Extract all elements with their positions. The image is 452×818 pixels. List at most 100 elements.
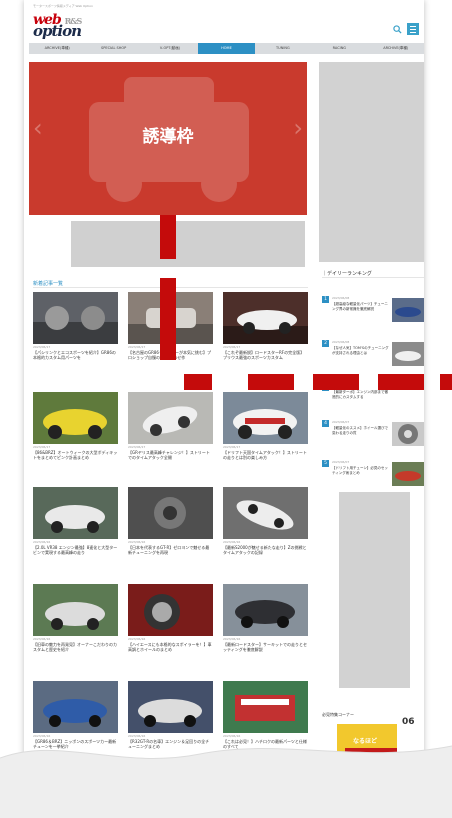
nav-racing[interactable]: RACING	[311, 43, 367, 54]
article-title[interactable]: 【パシリンクとエコスポーツを紹介】GR86の本格的カスタム用パーツを	[33, 350, 118, 372]
sidebar-ad-top[interactable]	[319, 62, 424, 262]
nav-special-shop[interactable]: SPECIAL SHOP	[85, 43, 141, 54]
article-card[interactable]: 2023/06/17 【これぞ最新鋭】ロードスターRFの完全版】プリウス最強のス…	[223, 292, 308, 374]
site-tagline: モータースポーツ情報メディア Web Option	[33, 4, 94, 8]
rank-number: 5	[322, 460, 329, 467]
article-card[interactable]: 2023/06/16 【2.0L VR38 エンジン最強】8速化と大型タービンで…	[33, 487, 118, 569]
nav-archive-car-2[interactable]: ARCHIVE(車種)	[368, 43, 424, 54]
article-card[interactable]: 2023/06/16 【旧車の魅力を再発見】オーナーこだわりのカスタムと歴史を紹…	[33, 584, 118, 666]
article-card[interactable]: 2023/06/17 【ドリフト天国タイムアタック！】ストリートの走りとは別の楽…	[223, 392, 308, 474]
page-torn-edge	[0, 745, 452, 818]
rank-title[interactable]: 【超高級な軽量化パーツ】チューニング界の新常識を徹底解説	[332, 302, 390, 330]
red-marker-horizontal	[184, 374, 212, 390]
article-date: 2023/06/17	[223, 445, 241, 449]
red-marker-horizontal	[248, 374, 294, 390]
article-title[interactable]: 【最新ロードスター】サーキットでの走りとセッティングを徹底解説	[223, 642, 308, 664]
rank-title[interactable]: 【軽量化のススメ】ホイール選びで変わる走りの質	[332, 426, 390, 454]
article-date: 2023/06/16	[223, 540, 241, 544]
rank-number: 1	[322, 296, 329, 303]
main-nav: ARCHIVE(車種) SPECIAL SHOP V-OPT(動画) HOME …	[29, 43, 424, 54]
article-date: 2023/06/16	[223, 637, 241, 641]
rank-date: 2023/06/08	[332, 340, 350, 344]
menu-icon[interactable]	[407, 23, 419, 35]
nav-v-opt[interactable]: V-OPT(動画)	[142, 43, 198, 54]
rank-thumb	[392, 298, 424, 322]
promo-header: 必見特集コーナー	[322, 712, 354, 717]
hero-slider[interactable]: ‹ › 誘導枠	[29, 62, 307, 215]
article-thumb	[33, 487, 118, 539]
red-marker-vertical-bottom	[160, 278, 176, 360]
screenshot-root: モータースポーツ情報メディア Web Option web R&S option…	[0, 0, 452, 818]
ranking-item[interactable]: 1 2023/06/08 【超高級な軽量化パーツ】チューニング界の新常識を徹底解…	[322, 294, 424, 336]
ranking-item[interactable]: 4 2023/06/07 【軽量化のススメ】ホイール選びで変わる走りの質	[322, 418, 424, 460]
article-card[interactable]: 2023/06/17 【パシリンクとエコスポーツを紹介】GR86の本格的カスタム…	[33, 292, 118, 374]
article-thumb	[33, 292, 118, 344]
article-card[interactable]: 2023/06/17 【86&BRZ】オートウィークの大型ボディキットをまとめて…	[33, 392, 118, 474]
article-thumb	[223, 487, 308, 539]
new-articles-title: 新着記事一覧	[33, 281, 64, 287]
article-title[interactable]: 【これぞ最新鋭】ロードスターRFの完全版】プリウス最強のスポーツカスタム	[223, 350, 308, 372]
article-card[interactable]: 2023/06/16 【最新S2000が魅せる新たな走り】Zの挑戦とタイムアタッ…	[223, 487, 308, 569]
article-date: 2023/06/16	[33, 540, 51, 544]
rank-number: 4	[322, 420, 329, 427]
rank-thumb	[392, 462, 424, 486]
article-date: 2023/06/16	[128, 637, 146, 641]
red-marker-horizontal	[313, 374, 359, 390]
rank-date: 2023/06/08	[332, 296, 350, 300]
red-marker-horizontal	[440, 374, 452, 390]
article-date: 2023/06/17	[223, 345, 241, 349]
hero-label: 誘導枠	[142, 127, 194, 147]
article-thumb	[128, 487, 213, 539]
article-date: 2023/06/16	[33, 637, 51, 641]
article-title[interactable]: 【最新S2000が魅せる新たな走り】Zの挑戦とタイムアタックの記録	[223, 545, 308, 567]
article-title[interactable]: 【2.0L VR38 エンジン最強】8速化と大型タービンで実現する最高峰の走り	[33, 545, 118, 567]
search-icon[interactable]	[392, 25, 402, 35]
red-marker-vertical-top	[160, 215, 176, 259]
promo-number: 06	[402, 717, 415, 727]
article-card[interactable]: 2023/06/16 【ハイエースにも本格的なスポイラーを！】車高調とホイールの…	[128, 584, 213, 666]
article-thumb	[33, 681, 118, 733]
logo-option: option	[33, 22, 82, 40]
article-card[interactable]: 2023/06/17 【GRヤリス最高峰チャレンジ！】ストリートでのタイムアタッ…	[128, 392, 213, 474]
article-card[interactable]: 2023/06/16 【最新ロードスター】サーキットでの走りとセッティングを徹底…	[223, 584, 308, 666]
article-date: 2023/06/17	[128, 445, 146, 449]
article-thumb	[128, 584, 213, 636]
article-card[interactable]: 2023/06/16 【日本を代表するGT-R】ゼロヨンで魅せる最新チューニング…	[128, 487, 213, 569]
article-title[interactable]: 【86&BRZ】オートウィークの大型ボディキットをまとめてピンク計画まとめ	[33, 450, 118, 472]
article-thumb	[223, 392, 308, 444]
rank-title[interactable]: 【最新ターボ】エンジン内部まで徹底的にカスタムする	[332, 390, 390, 418]
article-thumb	[33, 392, 118, 444]
ranking-title: ｜デイリーランキング	[322, 271, 372, 277]
article-date: 2023/06/17	[33, 345, 51, 349]
nav-home[interactable]: HOME	[198, 43, 255, 54]
article-thumb	[223, 584, 308, 636]
rank-title[interactable]: 【ドリフト用チューン】必見のセッティング術まとめ	[332, 466, 390, 494]
red-marker-horizontal	[378, 374, 424, 390]
article-thumb	[128, 681, 213, 733]
rank-title[interactable]: 【なぜ人気】TOM'Sのチューニングが支持される理由とは	[332, 346, 390, 374]
article-thumb	[128, 392, 213, 444]
article-date: 2023/06/16	[128, 540, 146, 544]
article-title[interactable]: 【ドリフト天国タイムアタック！】ストリートの走りとは別の楽しみ方	[223, 450, 308, 472]
rank-date: 2023/06/07	[332, 460, 350, 464]
rank-date: 2023/06/07	[332, 420, 350, 424]
rank-thumb	[392, 422, 424, 446]
article-date: 2023/06/17	[33, 445, 51, 449]
article-date: 2023/06/17	[128, 345, 146, 349]
nav-archive-car[interactable]: ARCHIVE(車種)	[29, 43, 85, 54]
article-thumb	[223, 292, 308, 344]
nav-tuning[interactable]: TUNING	[255, 43, 311, 54]
banner-ad[interactable]	[71, 221, 305, 267]
divider	[322, 277, 424, 278]
article-thumb	[223, 681, 308, 733]
rank-thumb	[392, 342, 424, 366]
sidebar-ad-bottom[interactable]	[339, 492, 410, 688]
article-title[interactable]: 【日本を代表するGT-R】ゼロヨンで魅せる最新チューニングを再現	[128, 545, 213, 567]
article-title[interactable]: 【旧車の魅力を再発見】オーナーこだわりのカスタムと歴史を紹介	[33, 642, 118, 664]
site-logo[interactable]: web R&S option	[33, 13, 93, 39]
article-title[interactable]: 【ハイエースにも本格的なスポイラーを！】車高調とホイールのまとめ	[128, 642, 213, 664]
web-page: モータースポーツ情報メディア Web Option web R&S option…	[24, 0, 424, 780]
rank-number: 2	[322, 340, 329, 347]
article-thumb	[33, 584, 118, 636]
article-title[interactable]: 【GRヤリス最高峰チャレンジ！】ストリートでのタイムアタック全開	[128, 450, 213, 472]
